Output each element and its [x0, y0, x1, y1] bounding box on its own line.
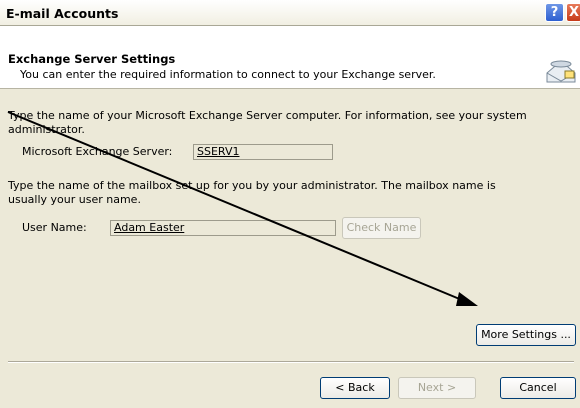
cancel-button[interactable]: Cancel — [500, 377, 576, 399]
help-button[interactable]: ? — [545, 3, 564, 22]
user-name-field[interactable]: Adam Easter — [110, 220, 336, 236]
exchange-server-label: Microsoft Exchange Server: — [22, 145, 173, 158]
email-accounts-dialog: E-mail Accounts ? X Exchange Server Sett… — [0, 0, 580, 408]
page-title: Exchange Server Settings — [8, 52, 176, 66]
server-mail-icon — [546, 60, 576, 83]
separator — [8, 361, 574, 363]
next-button[interactable]: Next > — [398, 377, 476, 399]
user-name-label: User Name: — [22, 221, 87, 234]
title-bar: E-mail Accounts ? X — [0, 0, 580, 26]
mailbox-instruction: Type the name of the mailbox set up for … — [8, 179, 496, 206]
page-subtitle: You can enter the required information t… — [20, 68, 436, 81]
server-instruction: Type the name of your Microsoft Exchange… — [8, 109, 527, 136]
check-name-button[interactable]: Check Name — [342, 217, 421, 239]
more-settings-button[interactable]: More Settings ... — [476, 324, 576, 346]
back-button[interactable]: < Back — [320, 377, 390, 399]
window-title: E-mail Accounts — [6, 6, 119, 21]
exchange-server-field[interactable]: SSERV1 — [193, 144, 333, 160]
close-button[interactable]: X — [566, 3, 580, 22]
